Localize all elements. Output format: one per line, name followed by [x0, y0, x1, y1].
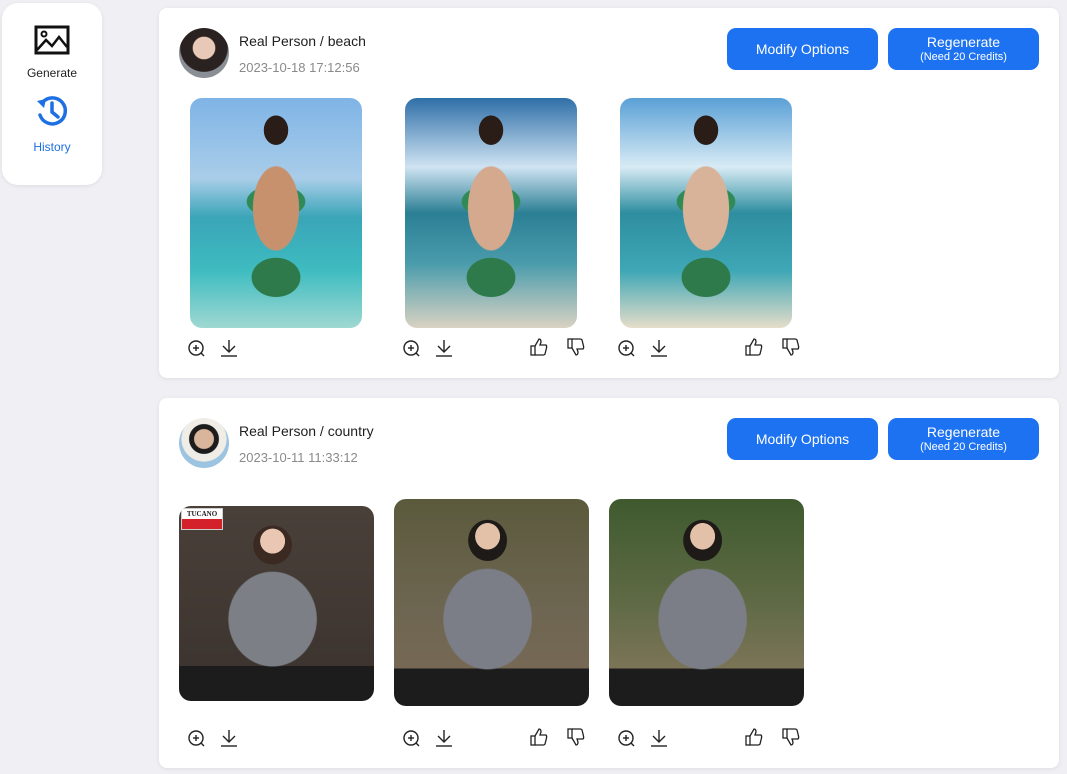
card-timestamp: 2023-10-18 17:12:56	[239, 60, 360, 75]
button-label: Regenerate	[926, 34, 1001, 50]
card-title: Real Person / beach	[239, 33, 366, 49]
zoom-in-icon[interactable]	[617, 729, 637, 749]
thumbs-down-icon[interactable]	[566, 337, 586, 357]
result-image[interactable]	[620, 98, 792, 328]
sidebar-item-label: Generate	[26, 66, 78, 80]
result-image[interactable]: TUCANO	[179, 506, 374, 701]
avatar	[179, 418, 229, 468]
card-title: Real Person / country	[239, 423, 374, 439]
regenerate-button[interactable]: Regenerate (Need 20 Credits)	[888, 418, 1039, 460]
history-card: Real Person / beach 2023-10-18 17:12:56 …	[159, 8, 1059, 378]
result-image[interactable]	[190, 98, 362, 328]
sidebar: Generate History	[2, 3, 102, 185]
button-label: Modify Options	[755, 41, 850, 57]
thumbs-down-icon[interactable]	[781, 337, 801, 357]
credit-cost-label: (Need 20 Credits)	[920, 51, 1007, 63]
avatar	[179, 28, 229, 78]
download-icon[interactable]	[649, 728, 669, 748]
zoom-in-icon[interactable]	[187, 339, 207, 359]
button-label: Regenerate	[926, 424, 1001, 440]
zoom-in-icon[interactable]	[617, 339, 637, 359]
sidebar-item-generate[interactable]: Generate	[27, 25, 77, 80]
regenerate-button[interactable]: Regenerate (Need 20 Credits)	[888, 28, 1039, 70]
result-image[interactable]	[394, 499, 589, 706]
download-icon[interactable]	[434, 338, 454, 358]
download-icon[interactable]	[434, 728, 454, 748]
card-timestamp: 2023-10-11 11:33:12	[239, 450, 358, 465]
thumbs-up-icon[interactable]	[529, 727, 549, 747]
sidebar-item-history[interactable]: History	[33, 93, 71, 154]
brand-logo: TUCANO	[181, 508, 223, 530]
download-icon[interactable]	[219, 338, 239, 358]
modify-options-button[interactable]: Modify Options	[727, 418, 878, 460]
credit-cost-label: (Need 20 Credits)	[920, 441, 1007, 453]
thumbs-down-icon[interactable]	[781, 727, 801, 747]
history-icon	[34, 93, 70, 134]
download-icon[interactable]	[649, 338, 669, 358]
download-icon[interactable]	[219, 728, 239, 748]
thumbs-down-icon[interactable]	[566, 727, 586, 747]
result-image[interactable]	[405, 98, 577, 328]
thumbs-up-icon[interactable]	[744, 337, 764, 357]
zoom-in-icon[interactable]	[402, 339, 422, 359]
modify-options-button[interactable]: Modify Options	[727, 28, 878, 70]
button-label: Modify Options	[755, 431, 850, 447]
sidebar-item-label: History	[33, 140, 71, 154]
image-icon	[34, 25, 70, 60]
thumbs-up-icon[interactable]	[529, 337, 549, 357]
result-image[interactable]	[609, 499, 804, 706]
zoom-in-icon[interactable]	[402, 729, 422, 749]
thumbs-up-icon[interactable]	[744, 727, 764, 747]
brand-logo-text: TUCANO	[186, 510, 218, 518]
history-card: Real Person / country 2023-10-11 11:33:1…	[159, 398, 1059, 768]
zoom-in-icon[interactable]	[187, 729, 207, 749]
